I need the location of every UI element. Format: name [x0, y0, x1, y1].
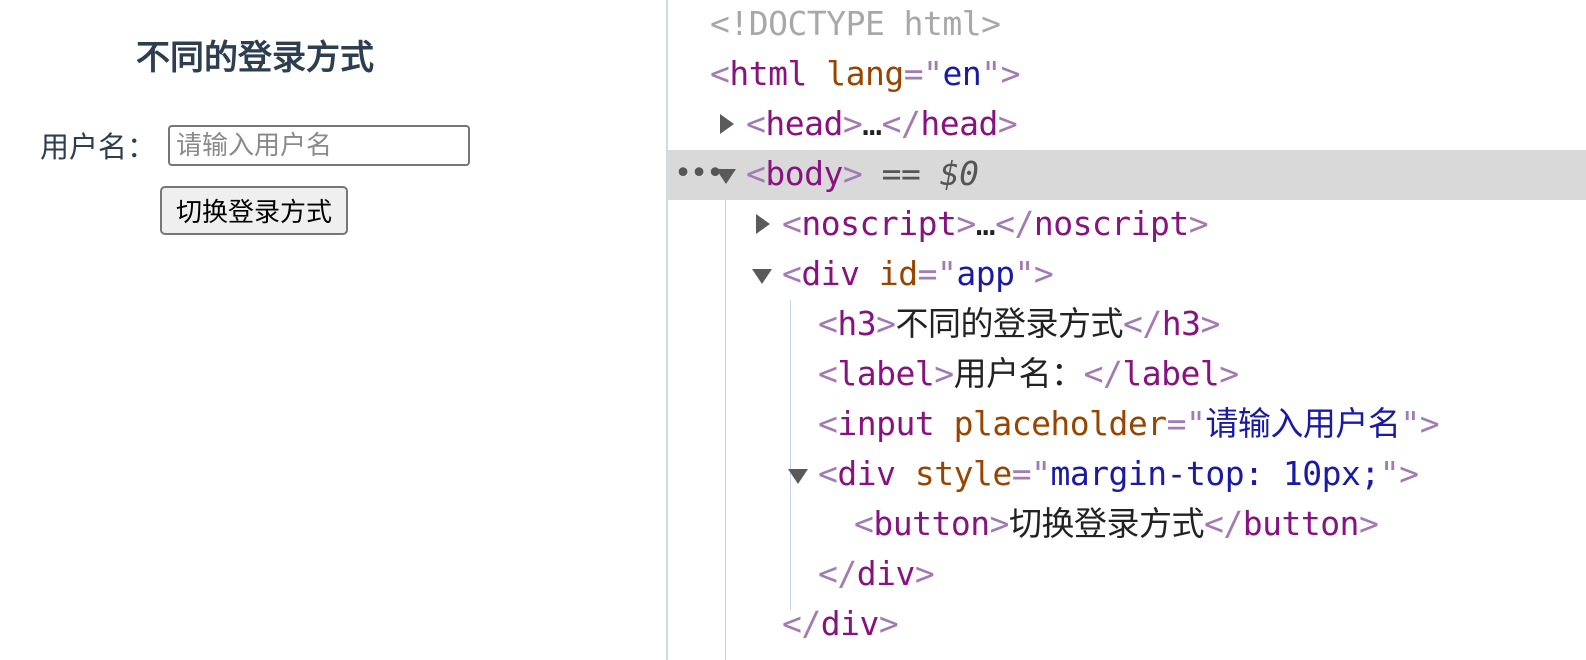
- dom-node-h3[interactable]: <h3>不同的登录方式</h3>: [668, 300, 1586, 350]
- bracket: >: [878, 604, 899, 643]
- bracket: <: [854, 504, 874, 543]
- attr-name: placeholder: [953, 404, 1168, 443]
- dom-node-noscript[interactable]: <noscript>…</noscript>: [668, 200, 1586, 250]
- tag-name: label: [1122, 354, 1220, 393]
- bracket: >: [1200, 304, 1221, 343]
- bracket: <: [818, 404, 838, 443]
- tag-name: head: [920, 104, 998, 143]
- bracket: >: [842, 104, 863, 143]
- attr-eq: =": [917, 254, 957, 293]
- tag-name: h3: [1161, 304, 1201, 343]
- bracket: <: [818, 354, 838, 393]
- dom-node-head[interactable]: <head>…</head>: [668, 100, 1586, 150]
- text-node: 切换登录方式: [1008, 504, 1205, 543]
- collapsed-ellipsis[interactable]: …: [976, 204, 996, 243]
- bracket: >: [956, 204, 976, 243]
- tag-name: button: [873, 504, 990, 543]
- bracket: <: [710, 54, 730, 93]
- elements-panel: <!DOCTYPE html> <html lang="en"> <head>……: [668, 0, 1586, 660]
- text-node: 用户名：: [953, 354, 1085, 393]
- attr-eq: =": [1166, 404, 1206, 443]
- bracket: >: [876, 304, 896, 343]
- more-options-icon[interactable]: •••: [674, 150, 724, 198]
- bracket: >: [914, 554, 935, 593]
- text-node: 不同的登录方式: [895, 304, 1124, 343]
- dom-node-div-style[interactable]: <div style="margin-top: 10px;">: [668, 450, 1586, 500]
- bracket: ">: [1014, 254, 1054, 293]
- tag-name: head: [765, 104, 843, 143]
- bracket: <: [746, 104, 766, 143]
- bracket: >: [934, 354, 954, 393]
- attr-value: margin-top: 10px;: [1050, 454, 1380, 493]
- dom-node-doctype[interactable]: <!DOCTYPE html>: [668, 0, 1586, 50]
- attr-name: lang: [826, 54, 904, 93]
- bracket: <: [818, 304, 838, 343]
- bracket: >: [1358, 504, 1379, 543]
- collapse-triangle-icon[interactable]: [716, 169, 736, 184]
- tag-name: noscript: [1033, 204, 1189, 243]
- bracket: >: [997, 104, 1018, 143]
- dom-node-html[interactable]: <html lang="en">: [668, 50, 1586, 100]
- attr-value: app: [956, 254, 1015, 293]
- tag-name: html: [729, 54, 807, 93]
- bracket: </: [782, 604, 821, 643]
- console-var: $0: [939, 154, 979, 193]
- attr-eq: =": [1011, 454, 1051, 493]
- expand-triangle-icon[interactable]: [720, 114, 734, 134]
- page-preview: 不同的登录方式 用户名： 切换登录方式: [0, 0, 667, 660]
- button-wrapper: 切换登录方式: [160, 186, 349, 235]
- bracket: >: [842, 154, 863, 193]
- bracket: >: [1188, 204, 1209, 243]
- bracket: <: [782, 254, 802, 293]
- expand-triangle-icon[interactable]: [756, 214, 770, 234]
- username-input[interactable]: [168, 125, 470, 166]
- bracket: >: [1219, 354, 1239, 393]
- dom-node-button[interactable]: <button>切换登录方式</button>: [668, 500, 1586, 550]
- bracket: <: [818, 454, 838, 493]
- switch-login-button[interactable]: 切换登录方式: [160, 186, 349, 235]
- collapse-triangle-icon[interactable]: [752, 269, 772, 284]
- doctype-text: <!DOCTYPE html>: [710, 4, 1001, 43]
- page-heading: 不同的登录方式: [136, 38, 374, 78]
- dom-node-input[interactable]: <input placeholder="请输入用户名">: [668, 400, 1586, 450]
- bracket: </: [1123, 304, 1162, 343]
- tag-name: input: [837, 404, 935, 443]
- tag-name: div: [837, 454, 896, 493]
- bracket: <: [746, 154, 766, 193]
- tag-name: div: [856, 554, 916, 593]
- selected-marker: ==: [862, 154, 940, 193]
- bracket: ">: [981, 54, 1020, 93]
- tag-name: body: [765, 154, 843, 193]
- attr-name: id: [878, 254, 918, 293]
- attr-name: style: [914, 454, 1012, 493]
- bracket: ">: [1400, 404, 1440, 443]
- attr-value: 请输入用户名: [1205, 404, 1401, 443]
- tag-name: noscript: [801, 204, 957, 243]
- username-label: 用户名：: [40, 130, 157, 164]
- bracket: </: [818, 554, 857, 593]
- bracket: </: [1203, 504, 1243, 543]
- dom-node-div-close-outer[interactable]: </div>: [668, 600, 1586, 650]
- tag-name: button: [1242, 504, 1360, 543]
- tag-name: h3: [837, 304, 877, 343]
- bracket: </: [995, 204, 1034, 243]
- collapse-triangle-icon[interactable]: [788, 469, 808, 484]
- dom-node-div-close-inner[interactable]: </div>: [668, 550, 1586, 600]
- dom-node-div-app[interactable]: <div id="app">: [668, 250, 1586, 300]
- bracket: </: [881, 104, 921, 143]
- dom-node-body-selected[interactable]: ••• <body> == $0: [668, 150, 1586, 200]
- dom-node-label[interactable]: <label>用户名：</label>: [668, 350, 1586, 400]
- tag-name: label: [837, 354, 935, 393]
- bracket: </: [1083, 354, 1123, 393]
- tag-name: div: [801, 254, 860, 293]
- bracket: ">: [1379, 454, 1419, 493]
- bracket: <: [782, 204, 802, 243]
- bracket: >: [989, 504, 1010, 543]
- collapsed-ellipsis[interactable]: …: [862, 104, 882, 143]
- attr-value: en: [942, 54, 982, 93]
- tag-name: div: [820, 604, 880, 643]
- attr-eq: =": [903, 54, 943, 93]
